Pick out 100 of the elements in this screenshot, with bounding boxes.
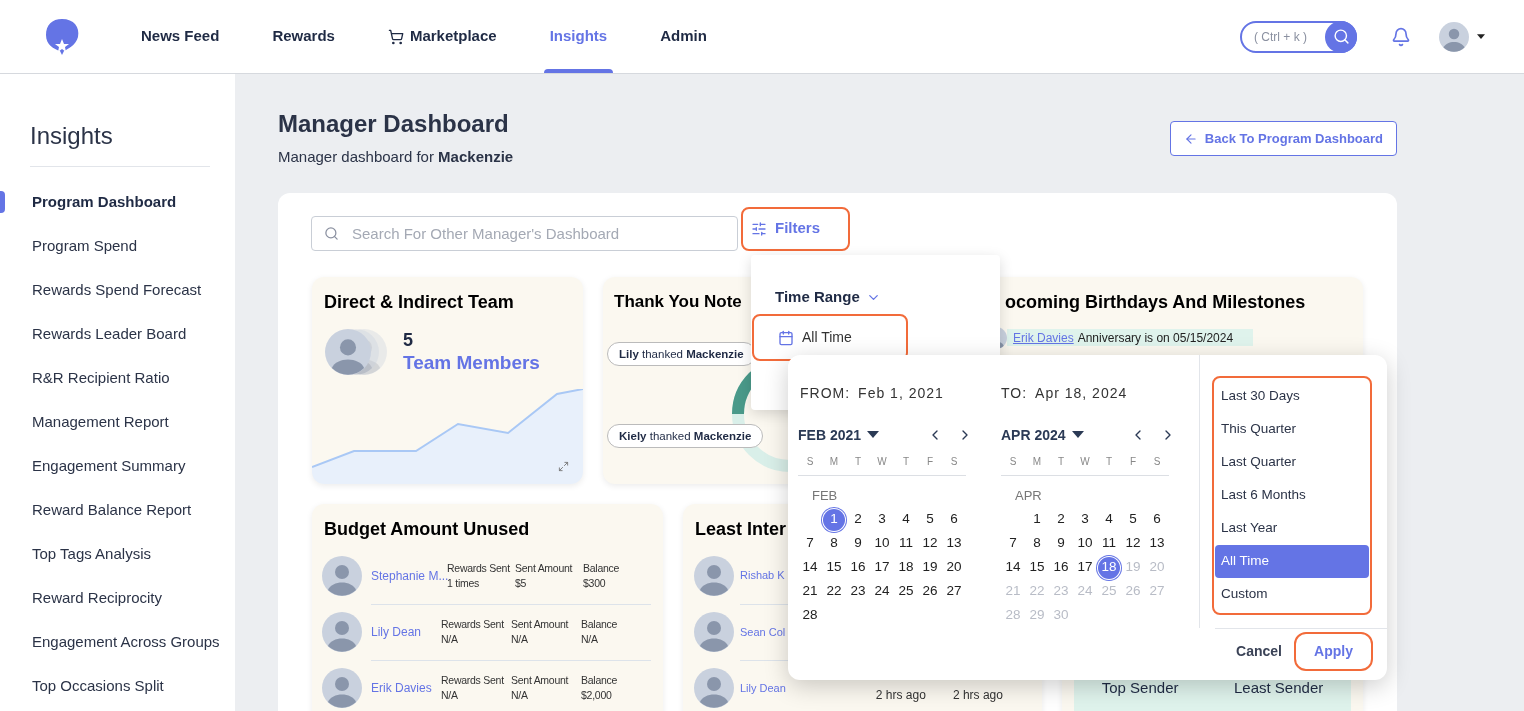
calendar-day[interactable]: 15 <box>1026 556 1048 579</box>
sidebar-item[interactable]: Engagement Summary <box>0 444 235 488</box>
sidebar-item[interactable]: Reward Balance Report <box>0 488 235 532</box>
month-select[interactable]: FEB 2021 <box>798 424 880 446</box>
person-link[interactable]: Lily Dean <box>740 679 786 697</box>
calendar-day[interactable]: 17 <box>1074 556 1096 579</box>
preset-option[interactable]: This Quarter <box>1215 413 1369 446</box>
preset-option[interactable]: Custom <box>1215 578 1369 611</box>
preset-option[interactable]: Last Quarter <box>1215 446 1369 479</box>
calendar-day[interactable]: 19 <box>919 556 941 579</box>
card-title: Budget Amount Unused <box>324 517 530 541</box>
nav-tab[interactable]: Marketplace <box>381 0 503 73</box>
calendar-day[interactable]: 2 <box>1050 508 1072 531</box>
apply-button[interactable]: Apply <box>1294 632 1373 671</box>
preset-option[interactable]: All Time <box>1215 545 1369 578</box>
calendar-day[interactable]: 11 <box>1098 532 1120 555</box>
sidebar-item[interactable]: Program Spend <box>0 224 235 268</box>
sidebar-item[interactable]: Reward Reciprocity <box>0 576 235 620</box>
calendar-day[interactable]: 3 <box>871 508 893 531</box>
column-value: N/A <box>441 632 459 647</box>
calendar-day[interactable]: 17 <box>871 556 893 579</box>
sidebar-item[interactable]: Management Report <box>0 400 235 444</box>
column-value: N/A <box>581 632 599 647</box>
sidebar-item[interactable]: Rewards Leader Board <box>0 312 235 356</box>
calendar-day[interactable]: 14 <box>1002 556 1024 579</box>
avatar <box>322 611 362 652</box>
calendar-day[interactable]: 13 <box>1146 532 1168 555</box>
person-link[interactable]: Stephanie M... <box>371 566 447 585</box>
bell-icon[interactable] <box>1391 26 1411 47</box>
sidebar-item[interactable]: Top Tags Analysis <box>0 532 235 576</box>
person-link[interactable]: Erik Davies <box>1013 328 1074 347</box>
nav-tab[interactable]: Insights <box>543 0 614 73</box>
from-label: FROM: <box>800 384 851 403</box>
calendar-day[interactable]: 20 <box>943 556 965 579</box>
calendar-day[interactable]: 5 <box>919 508 941 531</box>
calendar-day[interactable]: 28 <box>799 604 821 627</box>
month-select[interactable]: APR 2024 <box>1001 424 1084 446</box>
calendar-day[interactable]: 22 <box>823 580 845 603</box>
calendar-day[interactable]: 2 <box>847 508 869 531</box>
team-members-link[interactable]: Team Members <box>403 350 540 375</box>
sidebar-item[interactable]: R&R Recipient Ratio <box>0 356 235 400</box>
calendar-day[interactable]: 7 <box>799 532 821 555</box>
calendar-day[interactable]: 6 <box>943 508 965 531</box>
calendar-day[interactable]: 10 <box>1074 532 1096 555</box>
weekday-label: T <box>901 455 911 469</box>
thank-you-pill[interactable]: Kiely thanked Mackenzie <box>607 424 764 448</box>
weekday-label: M <box>828 455 840 469</box>
card-title: Direct & Indirect Team <box>324 290 514 314</box>
nav-tab[interactable]: News Feed <box>135 0 226 73</box>
sidebar-item[interactable]: Rewards Spend Forecast <box>0 268 235 312</box>
search-field[interactable]: Search For Other Manager's Dashboard <box>311 215 738 251</box>
nav-tab[interactable]: Admin <box>654 0 713 73</box>
preset-option[interactable]: Last Year <box>1215 512 1369 545</box>
calendar-day[interactable]: 5 <box>1122 508 1144 531</box>
calendar-day[interactable]: 14 <box>799 556 821 579</box>
calendar-day[interactable]: 12 <box>1122 532 1144 555</box>
calendar-day[interactable]: 1 <box>1026 508 1048 531</box>
calendar-day[interactable]: 15 <box>823 556 845 579</box>
calendar-day[interactable]: 27 <box>943 580 965 603</box>
calendar-day[interactable]: 26 <box>919 580 941 603</box>
calendar-day[interactable]: 3 <box>1074 508 1096 531</box>
calendar-day[interactable]: 12 <box>919 532 941 555</box>
calendar-day[interactable]: 11 <box>895 532 917 555</box>
person-link[interactable]: Erik Davies <box>371 679 441 697</box>
expand-icon[interactable] <box>558 460 569 472</box>
weekday-label: S <box>1152 455 1162 469</box>
time-range-toggle[interactable]: Time Range <box>775 286 881 309</box>
sidebar-item[interactable]: Engagement Across Groups <box>0 620 235 664</box>
sidebar-item[interactable]: Top Occasions Split <box>0 664 235 708</box>
search-icon[interactable] <box>1325 20 1357 53</box>
cancel-button[interactable]: Cancel <box>1236 641 1282 662</box>
calendar-day[interactable]: 6 <box>1146 508 1168 531</box>
calendar-day[interactable]: 18 <box>1098 556 1120 579</box>
calendar-day[interactable]: 24 <box>871 580 893 603</box>
person-link[interactable]: Lily Dean <box>371 623 441 641</box>
calendar-day[interactable]: 25 <box>895 580 917 603</box>
filters-button[interactable]: Filters <box>741 206 850 251</box>
person-link[interactable]: Rishab K <box>740 567 785 584</box>
back-button[interactable]: Back To Program Dashboard <box>1169 121 1397 156</box>
calendar-day[interactable]: 21 <box>799 580 821 603</box>
calendar-day[interactable]: 16 <box>847 556 869 579</box>
calendar-day[interactable]: 9 <box>847 532 869 555</box>
calendar-day[interactable]: 9 <box>1050 532 1072 555</box>
person-link[interactable]: Sean Col <box>740 623 786 641</box>
calendar-day[interactable]: 4 <box>1098 508 1120 531</box>
calendar-day[interactable]: 8 <box>1026 532 1048 555</box>
calendar-day[interactable]: 1 <box>823 508 845 531</box>
calendar-day[interactable]: 10 <box>871 532 893 555</box>
preset-option[interactable]: Last 30 Days <box>1215 380 1369 413</box>
sidebar-item[interactable]: Program Dashboard <box>0 180 235 224</box>
calendar-day[interactable]: 23 <box>847 580 869 603</box>
nav-tab[interactable]: Rewards <box>266 0 341 73</box>
preset-option[interactable]: Last 6 Months <box>1215 479 1369 512</box>
column-label: Balance <box>581 617 619 632</box>
calendar-day[interactable]: 18 <box>895 556 917 579</box>
calendar-day[interactable]: 7 <box>1002 532 1024 555</box>
calendar-day[interactable]: 8 <box>823 532 845 555</box>
calendar-day[interactable]: 4 <box>895 508 917 531</box>
calendar-day[interactable]: 16 <box>1050 556 1072 579</box>
calendar-day[interactable]: 13 <box>943 532 965 555</box>
